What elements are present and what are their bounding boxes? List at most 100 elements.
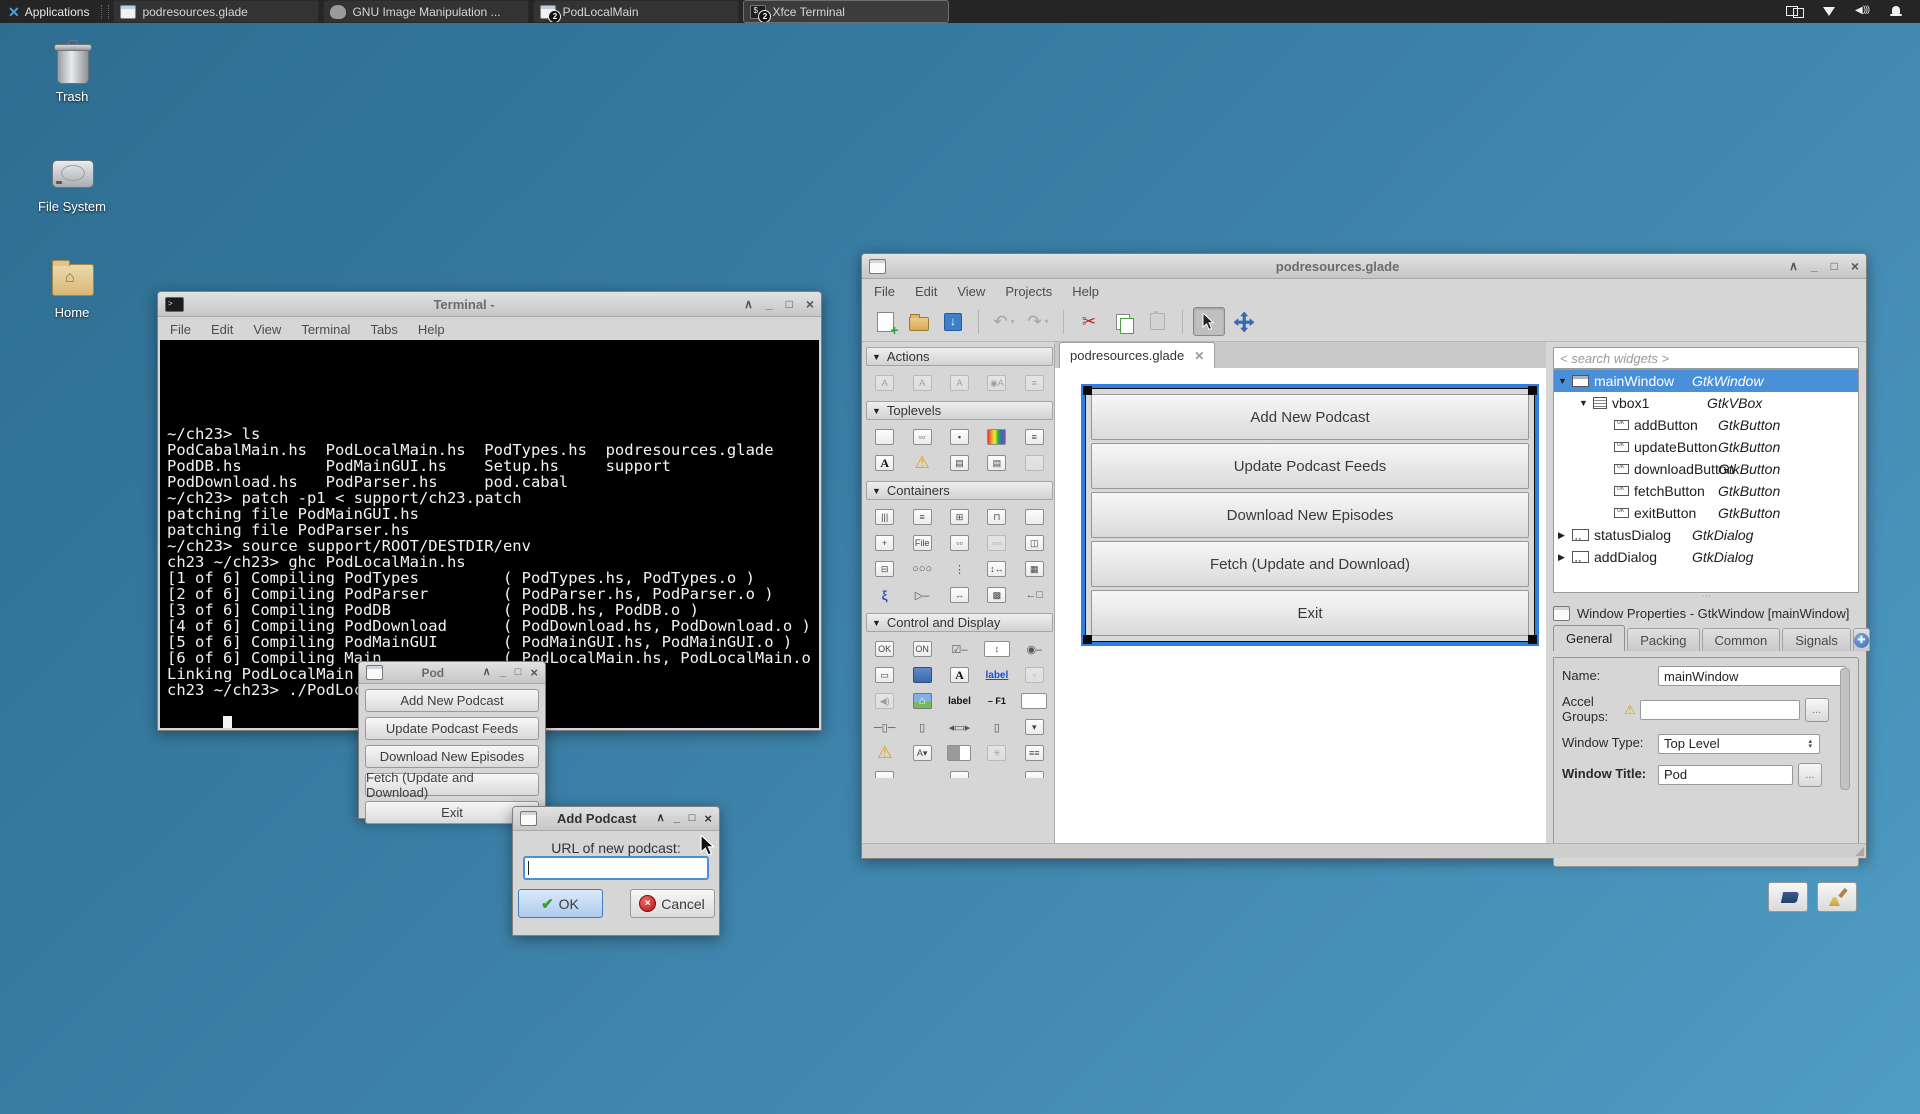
hscale-icon[interactable]: ─▯─ — [866, 714, 903, 740]
design-fetch-button[interactable]: Fetch (Update and Download) — [1091, 541, 1529, 587]
spin-arrows-icon[interactable]: ▴▾ — [1808, 739, 1814, 749]
close-button[interactable]: × — [704, 812, 712, 825]
desktop-icon-trash[interactable]: Trash — [27, 42, 117, 104]
window-title-more-button[interactable]: ... — [1798, 763, 1822, 787]
open-project-button[interactable] — [904, 308, 934, 335]
resize-grip[interactable] — [1855, 847, 1864, 856]
radio-action-icon[interactable]: ◉A — [978, 370, 1015, 396]
window-type-select[interactable]: Top Level ▴▾ — [1658, 734, 1820, 754]
vscale-icon[interactable]: ▯ — [903, 714, 940, 740]
maximize-button[interactable]: □ — [786, 298, 793, 310]
accel-groups-input[interactable] — [1640, 700, 1800, 720]
menu-item[interactable]: View — [957, 284, 985, 299]
recent-action-icon[interactable]: ≡ — [1016, 370, 1053, 396]
palette-section-actions[interactable]: ▼ Actions — [866, 347, 1053, 366]
menu-item[interactable]: Tabs — [370, 322, 397, 337]
tree-row[interactable]: mainWindow GtkWindow — [1554, 370, 1858, 392]
tree-row[interactable]: addDialog GtkDialog — [1554, 546, 1858, 568]
volume-icon[interactable] — [1854, 5, 1872, 19]
message-dialog-icon[interactable]: ▪ — [941, 424, 978, 450]
applications-menu[interactable]: ✕ Applications — [0, 0, 97, 23]
menu-item[interactable]: Terminal — [301, 322, 350, 337]
hbuttonbox-icon[interactable]: ▫▫ — [941, 530, 978, 556]
menu-item[interactable]: Edit — [915, 284, 937, 299]
vbox-icon[interactable]: ≡ — [903, 504, 940, 530]
menu-item[interactable]: File — [170, 322, 191, 337]
ok-button[interactable]: ✔ OK — [518, 889, 603, 918]
taskbar-button[interactable]: GNU Image Manipulation ... — [323, 0, 529, 23]
offscreen-window-icon[interactable] — [1016, 450, 1053, 476]
copy-button[interactable] — [1108, 308, 1138, 335]
expander-icon[interactable] — [1558, 376, 1572, 386]
file-chooser-button-icon[interactable]: ▭ — [866, 662, 903, 688]
check-button-icon[interactable]: ☑– — [941, 636, 978, 662]
display-icon[interactable] — [1786, 5, 1804, 19]
tab-accessibility[interactable]: ✚ — [1853, 628, 1870, 651]
link-button-icon[interactable]: label — [978, 662, 1015, 688]
vpaned-icon[interactable]: ⊟ — [866, 556, 903, 582]
selector-button[interactable] — [1193, 307, 1225, 336]
reset-properties-button[interactable] — [1817, 882, 1857, 912]
tree-view-icon[interactable] — [1016, 766, 1053, 778]
toggle-action-icon[interactable]: A — [941, 370, 978, 396]
design-add-button[interactable]: Add New Podcast — [1091, 394, 1529, 440]
button-icon[interactable]: OK — [866, 636, 903, 662]
menu-item[interactable]: Help — [418, 322, 445, 337]
shade-button[interactable]: ∧ — [744, 298, 753, 310]
volume-button-icon[interactable]: ◀) — [866, 688, 903, 714]
url-input[interactable] — [523, 856, 709, 880]
expander-icon[interactable] — [1558, 552, 1572, 563]
accel-label-icon[interactable]: – F1 — [978, 688, 1015, 714]
glade-titlebar[interactable]: podresources.glade ∧ _ □ × — [862, 254, 1866, 279]
separator-icon[interactable] — [903, 766, 940, 778]
font-selection-dialog-icon[interactable]: A — [866, 450, 903, 476]
notifications-icon[interactable] — [1888, 5, 1906, 19]
widget-search-input[interactable]: < search widgets > — [1553, 347, 1859, 369]
vbuttonbox-icon[interactable]: ⋮ — [941, 556, 978, 582]
close-button[interactable]: × — [530, 666, 538, 679]
combo-box-entry-icon[interactable]: A▾ — [903, 740, 940, 766]
input-dialog-icon[interactable]: ⚠ — [903, 450, 940, 476]
shade-button[interactable]: ∧ — [483, 667, 491, 678]
spinner-icon[interactable]: ✳ — [978, 740, 1015, 766]
vertical-scrollbar[interactable] — [1840, 668, 1850, 790]
window-title-input[interactable]: Pod — [1658, 765, 1793, 785]
design-exit-button[interactable]: Exit — [1091, 590, 1529, 636]
expander-icon[interactable]: ▷– — [903, 582, 940, 608]
resize-handle[interactable] — [1083, 386, 1092, 395]
cancel-button[interactable]: × Cancel — [630, 889, 715, 918]
hpaned-icon[interactable]: ◫ — [1016, 530, 1053, 556]
alignment-icon[interactable]: ←□ — [1016, 582, 1053, 608]
selected-design-widget[interactable]: Add New Podcast Update Podcast Feeds Dow… — [1081, 384, 1539, 646]
network-wireless-icon[interactable] — [1820, 5, 1838, 19]
menubar-icon[interactable]: File — [903, 530, 940, 556]
tab-podresources[interactable]: podresources.glade ✕ — [1059, 342, 1215, 368]
tab-general[interactable]: General — [1553, 625, 1625, 651]
add-dialog-titlebar[interactable]: Add Podcast ∧ _ □ × — [513, 807, 719, 831]
fixed-icon[interactable]: + — [866, 530, 903, 556]
desktop-icon-home[interactable]: Home — [27, 258, 117, 320]
vscrollbar-icon[interactable]: ▯ — [978, 714, 1015, 740]
text-view-icon[interactable]: ≡≡ — [1016, 740, 1053, 766]
new-project-button[interactable] — [870, 308, 900, 335]
add-new-podcast-button[interactable]: Add New Podcast — [365, 689, 539, 712]
tree-row[interactable]: statusDialog GtkDialog — [1554, 524, 1858, 546]
tree-row[interactable]: downloadButton GtkButton — [1554, 458, 1858, 480]
tab-close-icon[interactable]: ✕ — [1194, 349, 1204, 363]
viewport-icon[interactable]: ▦ — [1016, 556, 1053, 582]
statusbar-icon[interactable]: ○○○ — [903, 556, 940, 582]
palette-section-containers[interactable]: ▼ Containers — [866, 481, 1053, 500]
recent-chooser-dialog-icon[interactable]: ▤ — [978, 450, 1015, 476]
maximize-button[interactable]: □ — [689, 813, 696, 824]
action-icon[interactable]: A — [903, 370, 940, 396]
color-button-icon[interactable] — [903, 662, 940, 688]
entry-icon[interactable] — [1016, 688, 1053, 714]
menu-item[interactable]: Projects — [1005, 284, 1052, 299]
tree-row[interactable]: vbox1 GtkVBox — [1554, 392, 1858, 414]
assistant-icon[interactable]: ▤ — [941, 450, 978, 476]
close-button[interactable]: × — [1851, 259, 1859, 273]
pod-titlebar[interactable]: Pod ∧ _ □ × — [359, 662, 545, 684]
tree-row[interactable]: updateButton GtkButton — [1554, 436, 1858, 458]
undo-button[interactable]: ↶▾ — [989, 308, 1019, 335]
combo-box-icon[interactable]: ▾ — [1016, 714, 1053, 740]
